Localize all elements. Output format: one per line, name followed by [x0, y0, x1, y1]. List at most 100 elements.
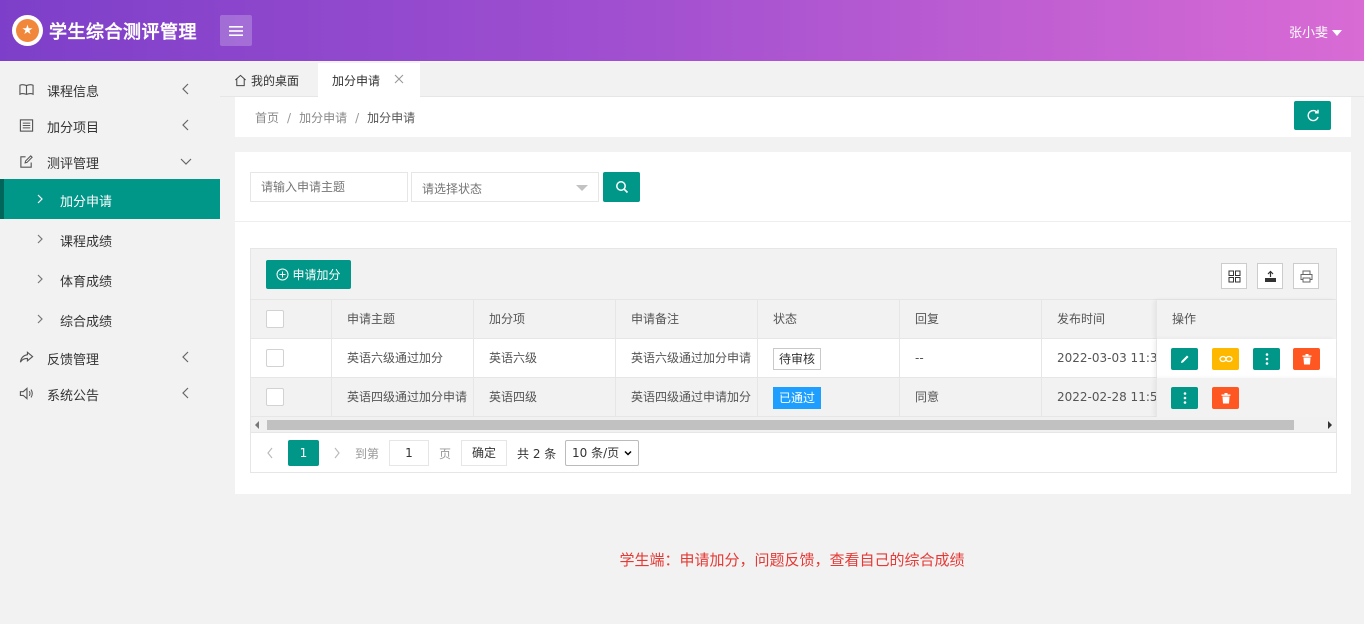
search-button[interactable] [603, 172, 640, 202]
breadcrumb-home[interactable]: 首页 [255, 111, 279, 125]
scroll-left-arrow-icon[interactable] [255, 421, 259, 429]
status-select[interactable]: 请选择状态 [411, 172, 599, 202]
table-toolbar: 申请加分 [251, 249, 1336, 300]
scroll-right-arrow-icon[interactable] [1328, 421, 1332, 429]
chevron-left-icon [182, 351, 189, 363]
sidebar-item-bonus-items[interactable]: 加分项目 [0, 107, 220, 143]
goto-page-input[interactable]: 1 [389, 440, 429, 466]
link-icon [1218, 355, 1233, 363]
chevron-left-icon [182, 387, 189, 399]
next-page-icon[interactable] [333, 447, 341, 459]
breadcrumb: 首页 / 加分申请 / 加分申请 [255, 111, 416, 125]
export-icon [1264, 270, 1276, 282]
sidebar-subitem-pe-grades[interactable]: 体育成绩 [0, 259, 220, 299]
column-filter-button[interactable] [1221, 263, 1247, 289]
sidebar-item-course-info[interactable]: 课程信息 [0, 71, 220, 107]
status-badge: 待审核 [773, 347, 822, 370]
prev-page-icon[interactable] [266, 447, 274, 459]
close-icon[interactable] [394, 74, 404, 84]
chevron-left-icon [182, 83, 189, 95]
book-icon [19, 84, 34, 96]
breadcrumb-current: 加分申请 [367, 111, 416, 125]
sidebar: 课程信息 加分项目 测评管理 加分申请 课程成绩 体育成绩 综合成绩 反馈管理 … [0, 61, 220, 624]
row-actions [1156, 339, 1336, 378]
chevron-right-icon [37, 234, 43, 244]
page-tabs: 我的桌面 加分申请 [220, 61, 1364, 97]
chevron-right-icon [37, 314, 43, 324]
refresh-button[interactable] [1294, 101, 1331, 130]
print-button[interactable] [1293, 263, 1319, 289]
more-button[interactable] [1171, 387, 1198, 409]
row-checkbox[interactable] [266, 349, 284, 367]
hamburger-icon [229, 25, 243, 36]
cell-subject: 英语四级通过加分申请 [332, 378, 474, 417]
cell-note: 英语六级通过加分申请 [616, 339, 758, 378]
row-actions [1156, 378, 1336, 417]
logo: ★ [12, 15, 43, 46]
breadcrumb-bar: 首页 / 加分申请 / 加分申请 [235, 97, 1351, 137]
sidebar-item-announcements[interactable]: 系统公告 [0, 375, 220, 411]
cell-item: 英语四级 [474, 378, 616, 417]
page-label: 页 [439, 447, 452, 461]
sidebar-subitem-course-grades[interactable]: 课程成绩 [0, 219, 220, 259]
search-icon [615, 181, 628, 194]
trash-icon [1302, 353, 1311, 364]
table-row[interactable]: 英语四级通过加分申请 英语四级 英语四级通过申请加分 已通过 同意 2022-0… [251, 378, 1336, 417]
search-form: 请选择状态 [235, 152, 1351, 222]
row-checkbox[interactable] [266, 388, 284, 406]
select-all-checkbox[interactable] [266, 310, 284, 328]
cell-subject: 英语六级通过加分 [332, 339, 474, 378]
top-header: ★ 学生综合测评管理 张小斐 [0, 0, 1364, 61]
cell-note: 英语四级通过申请加分 [616, 378, 758, 417]
menu-toggle-button[interactable] [220, 15, 252, 46]
edit-button[interactable] [1171, 348, 1198, 370]
sidebar-item-evaluation[interactable]: 测评管理 [0, 143, 220, 179]
column-header-subject[interactable]: 申请主题 [332, 300, 474, 339]
column-header-item[interactable]: 加分项 [474, 300, 616, 339]
page-size-select[interactable]: 10 条/页 [565, 440, 639, 466]
more-button[interactable] [1253, 348, 1280, 370]
sidebar-item-feedback[interactable]: 反馈管理 [0, 339, 220, 375]
star-badge-icon: ★ [16, 19, 39, 42]
scrollbar-thumb[interactable] [267, 420, 1294, 430]
cell-reply: -- [900, 339, 1042, 378]
cell-reply: 同意 [900, 378, 1042, 417]
link-button[interactable] [1212, 348, 1239, 370]
table-row[interactable]: 英语六级通过加分 英语六级 英语六级通过加分申请 待审核 -- 2022-03-… [251, 339, 1336, 378]
status-badge: 已通过 [773, 386, 822, 409]
data-table: 申请加分 申请主题 加分项 申请备注 状态 回复 发布时间 操作 英语六级通过加 [250, 248, 1337, 473]
add-bonus-button[interactable]: 申请加分 [266, 260, 351, 289]
trash-icon [1221, 392, 1230, 403]
column-header-note[interactable]: 申请备注 [616, 300, 758, 339]
sidebar-subitem-overall-grades[interactable]: 综合成绩 [0, 299, 220, 339]
goto-confirm-button[interactable]: 确定 [461, 440, 507, 466]
more-vertical-icon [1265, 353, 1268, 365]
column-header-status[interactable]: 状态 [758, 300, 900, 339]
column-header-actions: 操作 [1156, 300, 1336, 339]
footnote-caption: 学生端：申请加分，问题反馈，查看自己的综合成绩 [619, 551, 965, 569]
refresh-icon [1307, 109, 1319, 121]
column-header-reply[interactable]: 回复 [900, 300, 1042, 339]
caret-down-icon [1332, 29, 1342, 36]
more-vertical-icon [1183, 392, 1186, 404]
list-icon [19, 119, 34, 132]
horizontal-scrollbar[interactable] [251, 417, 1336, 433]
tab-home[interactable]: 我的桌面 [234, 63, 299, 97]
delete-button[interactable] [1293, 348, 1320, 370]
sidebar-subitem-bonus-apply[interactable]: 加分申请 [0, 179, 220, 219]
chevron-down-icon [180, 158, 192, 165]
pagination: 1 到第 1 页 确定 共 2 条 10 条/页 [251, 433, 1336, 472]
current-page[interactable]: 1 [288, 440, 319, 466]
subject-search-input[interactable] [250, 172, 408, 202]
add-circle-icon [276, 268, 289, 281]
breadcrumb-section[interactable]: 加分申请 [299, 111, 347, 125]
tab-bonus-apply[interactable]: 加分申请 [318, 63, 420, 97]
share-icon [19, 351, 34, 363]
delete-button[interactable] [1212, 387, 1239, 409]
chevron-left-icon [182, 119, 189, 131]
user-name: 张小斐 [1288, 26, 1328, 41]
grid-icon [1228, 270, 1240, 282]
main-card: 请选择状态 申请加分 申请主题 加分项 申请备 [235, 152, 1351, 494]
export-button[interactable] [1257, 263, 1283, 289]
user-menu[interactable]: 张小斐 [1289, 22, 1342, 41]
